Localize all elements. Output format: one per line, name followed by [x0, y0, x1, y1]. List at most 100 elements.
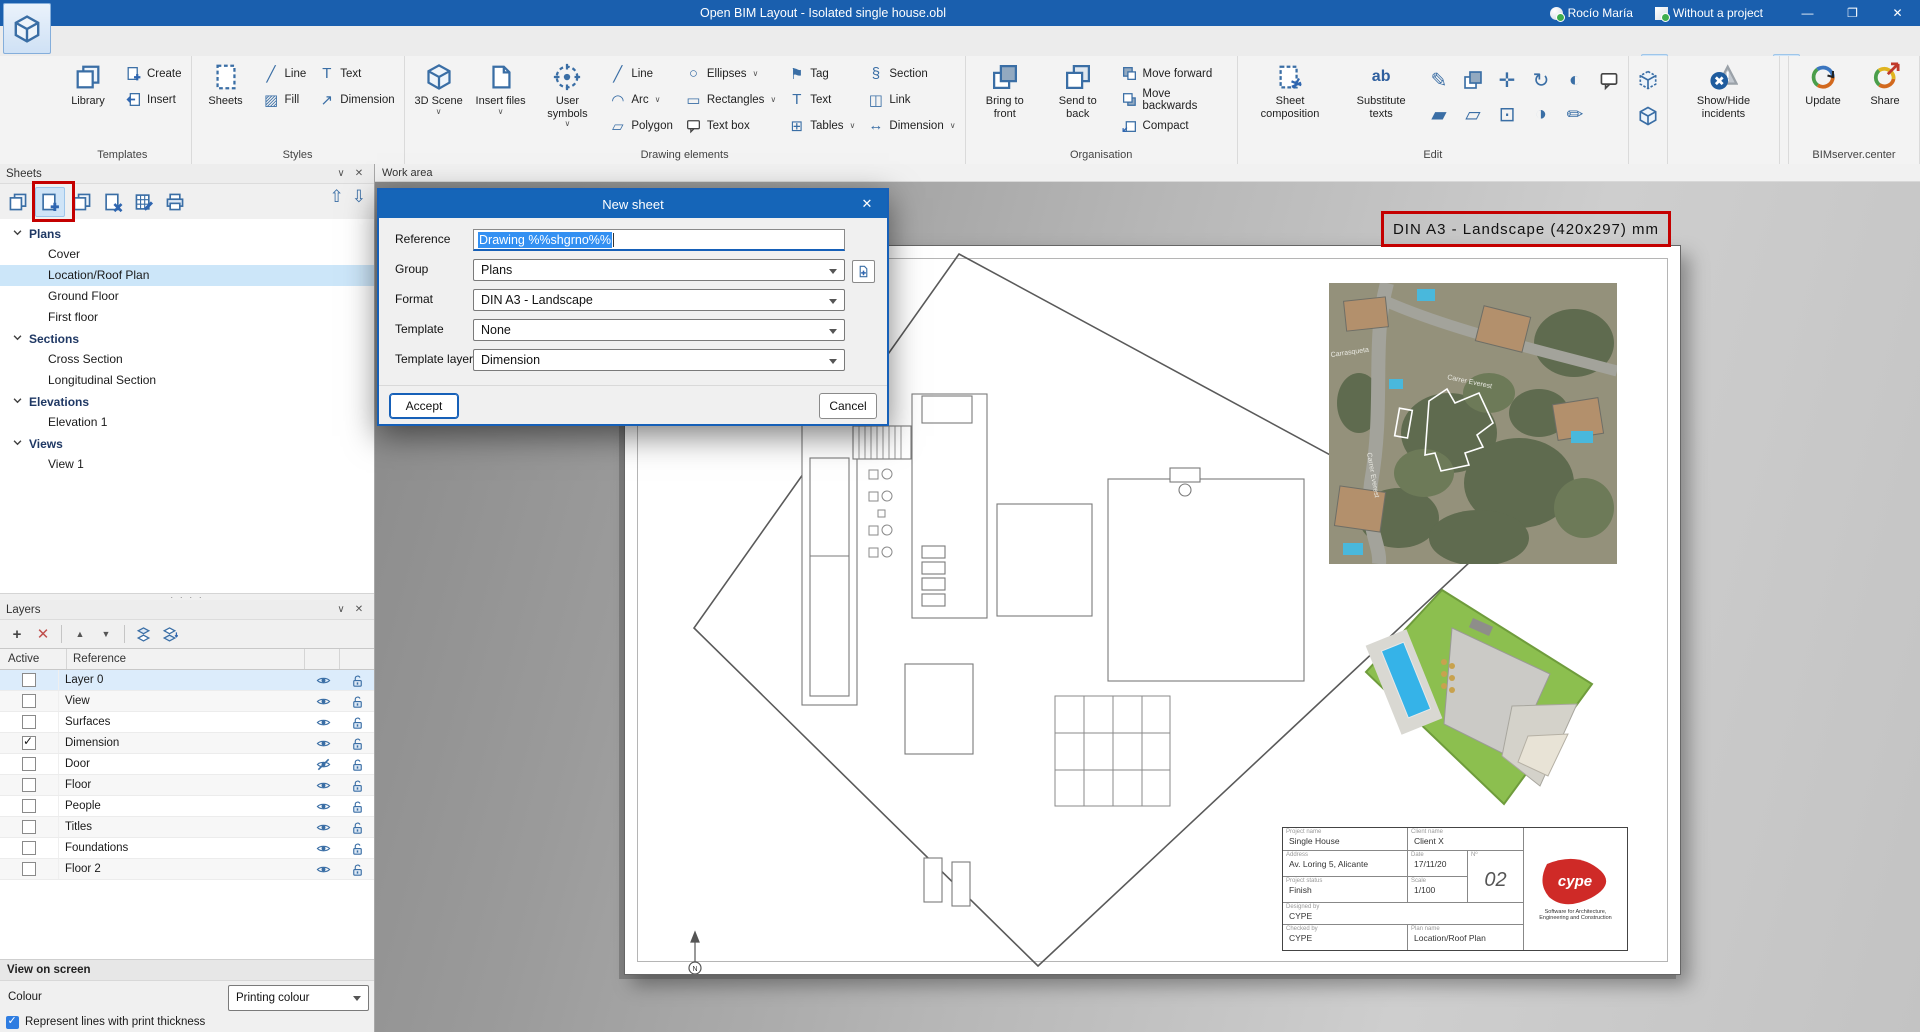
layer-active-checkbox[interactable]	[22, 820, 36, 834]
app-menu-button[interactable]	[3, 3, 51, 54]
dialog-close-button[interactable]: ✕	[857, 190, 877, 218]
cancel-button[interactable]: Cancel	[819, 393, 877, 419]
sheet-manager-button[interactable]	[4, 188, 32, 216]
tree-item[interactable]: First floor	[0, 307, 374, 328]
update-button[interactable]: Update	[1793, 59, 1853, 145]
scale-button[interactable]: ⊡	[1492, 99, 1522, 129]
ellipses-button[interactable]: ○Ellipses∨	[680, 61, 781, 86]
layer-active-checkbox[interactable]	[22, 673, 36, 687]
sheets-style-button[interactable]: Sheets	[196, 59, 256, 145]
layers-close-button[interactable]: ✕	[350, 604, 368, 615]
share-button[interactable]: Share	[1855, 59, 1915, 145]
arc-button[interactable]: ◠Arc∨	[604, 87, 678, 112]
tree-item[interactable]: Location/Roof Plan	[0, 265, 374, 286]
insert-files-button[interactable]: Insert files∨	[471, 59, 531, 145]
show-hide-incidents-button[interactable]: !Show/Hide incidents	[1672, 59, 1775, 145]
sheet-move-down-button[interactable]: ⇩	[352, 187, 366, 207]
tables-button[interactable]: ⊞Tables∨	[783, 113, 860, 138]
layer-active-checkbox[interactable]	[22, 694, 36, 708]
rectangles-button[interactable]: ▭Rectangles∨	[680, 87, 781, 112]
delete-sheet-button[interactable]	[99, 188, 127, 216]
template-layer-select[interactable]: Dimension	[473, 349, 845, 371]
tree-group-elevations[interactable]: Elevations	[0, 391, 374, 412]
layer-active-checkbox[interactable]	[22, 799, 36, 813]
maximize-button[interactable]: ❐	[1830, 0, 1875, 26]
link-button[interactable]: ◫Link	[862, 87, 960, 112]
layer-lock-toggle[interactable]	[340, 820, 374, 835]
duplicate-sheet-button[interactable]	[68, 188, 96, 216]
layer-lock-toggle[interactable]	[340, 715, 374, 730]
layer-active-checkbox[interactable]	[22, 841, 36, 855]
layer-lock-toggle[interactable]	[340, 799, 374, 814]
layer-visibility-toggle[interactable]	[306, 841, 340, 856]
layer-down-button[interactable]: ▼	[95, 623, 117, 645]
colour-select[interactable]: Printing colour	[228, 985, 369, 1011]
layer-active-checkbox[interactable]	[22, 862, 36, 876]
tag-button[interactable]: ⚑Tag	[783, 61, 860, 86]
section-button[interactable]: §Section	[862, 61, 960, 86]
layer-visibility-toggle[interactable]	[306, 715, 340, 730]
compact-button[interactable]: Compact	[1116, 113, 1233, 138]
layer-row[interactable]: Surfaces	[0, 712, 374, 733]
view-3d-button[interactable]	[1633, 101, 1663, 131]
line-style-button[interactable]: ╱Line	[258, 61, 312, 86]
tree-item[interactable]: Cover	[0, 244, 374, 265]
fill-style-button[interactable]: ▨Fill	[258, 87, 312, 112]
substitute-texts-button[interactable]: abSubstitute texts	[1340, 59, 1422, 145]
tree-group-plans[interactable]: Plans	[0, 223, 374, 244]
mirror-button[interactable]: ◐	[1560, 65, 1590, 95]
print-sheet-button[interactable]	[161, 188, 189, 216]
dimension-button[interactable]: ↔Dimension∨	[862, 113, 960, 138]
move-forward-button[interactable]: Move forward	[1116, 61, 1233, 86]
text-style-button[interactable]: TText	[313, 61, 399, 86]
layer-visibility-toggle[interactable]	[306, 799, 340, 814]
close-button[interactable]: ✕	[1875, 0, 1920, 26]
move-backwards-button[interactable]: Move backwards	[1116, 87, 1233, 112]
reference-input[interactable]: Drawing %%shgrno%%	[473, 229, 845, 251]
edit-pencil-button[interactable]: ✎	[1424, 65, 1454, 95]
view-3d-dashed-button[interactable]	[1633, 65, 1663, 95]
layer-visibility-toggle[interactable]	[306, 820, 340, 835]
layer-lock-toggle[interactable]	[340, 841, 374, 856]
layer-row[interactable]: Door	[0, 754, 374, 775]
delete-layer-button[interactable]: ✕	[32, 623, 54, 645]
layer-visibility-toggle[interactable]	[306, 862, 340, 877]
layer-visibility-toggle[interactable]	[306, 694, 340, 709]
new-sheet-button[interactable]	[35, 187, 65, 217]
user-symbols-button[interactable]: User symbols∨	[533, 59, 603, 145]
layer-row[interactable]: View	[0, 691, 374, 712]
polygon-button[interactable]: ▱Polygon	[604, 113, 678, 138]
add-group-button[interactable]	[852, 260, 875, 283]
layer-visibility-toggle[interactable]	[306, 736, 340, 751]
add-layer-button[interactable]: +	[6, 623, 28, 645]
tree-item[interactable]: View 1	[0, 454, 374, 475]
tree-group-views[interactable]: Views	[0, 433, 374, 454]
bring-to-front-button[interactable]: Bring to front	[970, 59, 1040, 145]
tree-item[interactable]: Ground Floor	[0, 286, 374, 307]
group-select[interactable]: Plans	[473, 259, 845, 281]
sheets-close-button[interactable]: ✕	[350, 168, 368, 179]
project-status-button[interactable]: Without a project	[1655, 6, 1763, 20]
layer-lock-toggle[interactable]	[340, 736, 374, 751]
layer-row[interactable]: Floor 2	[0, 859, 374, 880]
text-box-button[interactable]: Text box	[680, 113, 781, 138]
template-select[interactable]: None	[473, 319, 845, 341]
layer-visibility-toggle[interactable]	[306, 757, 340, 772]
layer-active-checkbox[interactable]	[22, 757, 36, 771]
tree-item[interactable]: Elevation 1	[0, 412, 374, 433]
3d-scene-button[interactable]: 3D Scene∨	[409, 59, 469, 145]
tree-item[interactable]: Cross Section	[0, 349, 374, 370]
dimension-style-button[interactable]: ↗Dimension	[313, 87, 399, 112]
layer-up-button[interactable]: ▲	[69, 623, 91, 645]
copy-button[interactable]	[1458, 65, 1488, 95]
thickness-checkbox[interactable]	[6, 1016, 19, 1029]
tree-group-sections[interactable]: Sections	[0, 328, 374, 349]
text-button[interactable]: TText	[783, 87, 860, 112]
accept-button[interactable]: Accept	[389, 393, 459, 419]
sheet-move-up-button[interactable]: ⇧	[330, 187, 344, 207]
layer-row[interactable]: Layer 0	[0, 670, 374, 691]
layer-lock-toggle[interactable]	[340, 757, 374, 772]
sheet-composition-button[interactable]: Sheet composition	[1242, 59, 1339, 145]
layer-visibility-toggle[interactable]	[306, 778, 340, 793]
edit-sheet-button[interactable]	[130, 188, 158, 216]
